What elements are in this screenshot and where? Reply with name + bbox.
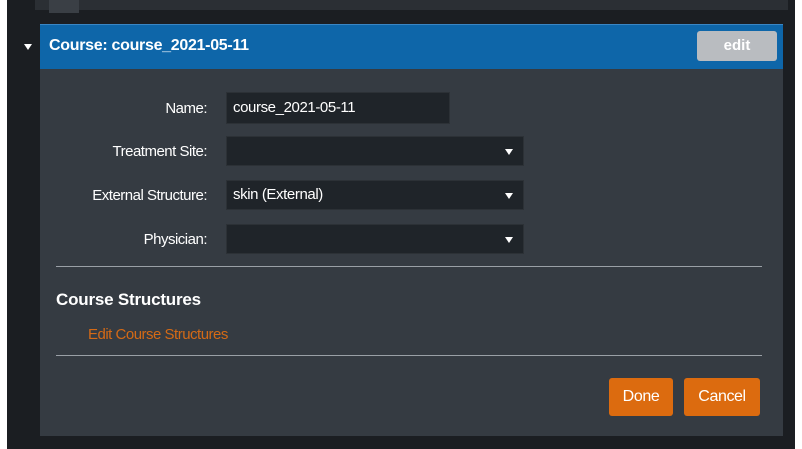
physician-caret-icon — [505, 237, 513, 243]
name-field[interactable]: course_2021-05-11 — [226, 92, 450, 124]
top-toolbar-strip — [35, 0, 788, 13]
physician-label: Physician: — [143, 231, 208, 248]
course-structures-title: Course Structures — [56, 290, 201, 309]
collapse-caret-icon[interactable] — [24, 44, 32, 50]
divider-top — [56, 266, 762, 267]
external-structure-select[interactable]: skin (External) — [226, 180, 524, 210]
course-panel-header[interactable]: Course: course_2021-05-11 edit — [40, 24, 783, 69]
cancel-button[interactable]: Cancel — [684, 378, 760, 416]
divider-bottom — [56, 355, 762, 356]
course-panel: Course: course_2021-05-11 edit Name: cou… — [40, 24, 783, 436]
treatment-site-label: Treatment Site: — [112, 143, 208, 160]
edit-button[interactable]: edit — [697, 31, 777, 61]
treatment-site-caret-icon — [505, 149, 513, 155]
toolbar-tab — [49, 0, 79, 13]
edit-course-structures-link[interactable]: Edit Course Structures — [88, 326, 228, 343]
done-button[interactable]: Done — [609, 378, 673, 416]
physician-select[interactable] — [226, 224, 524, 254]
external-structure-caret-icon — [505, 193, 513, 199]
external-structure-label: External Structure: — [92, 187, 207, 204]
course-title: Course: course_2021-05-11 — [49, 37, 249, 54]
name-label: Name: — [165, 100, 207, 117]
external-structure-value: skin (External) — [233, 186, 323, 203]
treatment-site-select[interactable] — [226, 136, 524, 166]
